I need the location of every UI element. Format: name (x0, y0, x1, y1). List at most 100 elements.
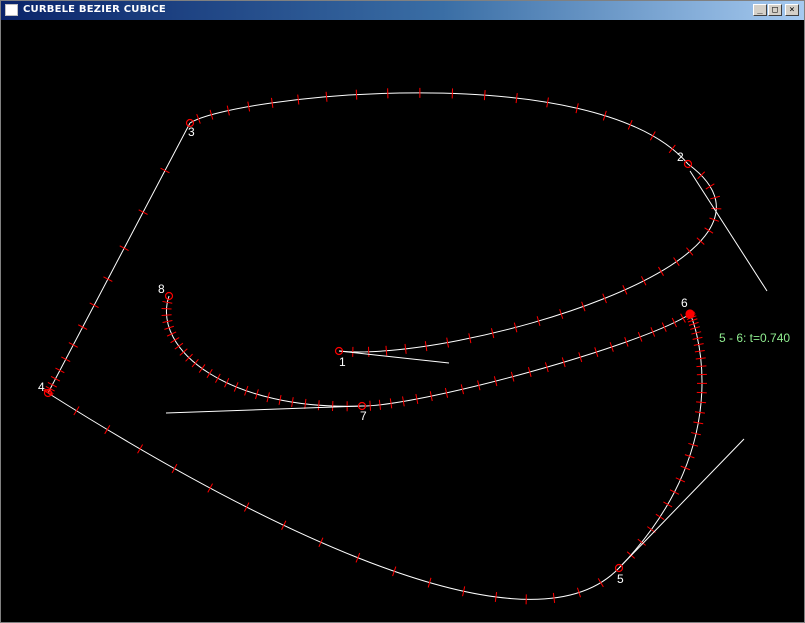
parameter-tick (696, 401, 707, 404)
parameter-tick (104, 424, 111, 435)
drawing-canvas[interactable]: 1 2 3 4 5 6 7 8 5 - 6: t=0.740 (3, 21, 803, 621)
control-point-label: 3 (188, 125, 195, 139)
parameter-tick (55, 367, 65, 374)
parameter-tick (673, 257, 680, 266)
parameter-ticks (43, 87, 722, 605)
control-point-label: 7 (360, 409, 367, 423)
parameter-tick (103, 276, 113, 282)
tangent-lines (165, 170, 768, 569)
parameter-tick (649, 131, 656, 141)
parameter-tick (686, 247, 694, 256)
control-point-label: 1 (339, 355, 346, 369)
parameter-tick (369, 400, 372, 411)
minimize-icon: _ (757, 5, 763, 15)
parameter-tick (695, 357, 706, 360)
app-icon[interactable] (5, 4, 18, 16)
parameter-tick (191, 359, 199, 368)
curve-segment-3-4 (47, 122, 191, 394)
parameter-tick (705, 183, 715, 190)
parameter-tick (161, 314, 172, 316)
parameter-tick (89, 302, 99, 309)
parameter-tick (61, 356, 71, 363)
parameter-tick (166, 331, 177, 337)
curve-segment-4-5 (47, 392, 620, 600)
parameter-tick (281, 520, 287, 530)
parameter-tick (355, 89, 358, 100)
parameter-tick (170, 337, 180, 344)
parameter-tick (78, 324, 88, 330)
parameter-tick (389, 398, 393, 409)
parameter-tick (694, 349, 705, 353)
minimize-button[interactable]: _ (753, 4, 767, 16)
parameter-tick (243, 502, 250, 512)
parameter-tick (198, 364, 206, 373)
parameter-tick (552, 592, 556, 603)
control-point-label: 4 (38, 380, 45, 394)
parameter-tick (641, 276, 647, 286)
parameter-tick (174, 342, 184, 350)
control-point-6[interactable]: 6 (681, 296, 695, 319)
parameter-tick (404, 343, 407, 354)
parameter-tick (68, 342, 78, 348)
parameter-tick (671, 317, 677, 328)
title-bar[interactable]: CURBELE BEZIER CUBICE _ □ × (1, 1, 804, 20)
parameter-tick (207, 483, 213, 493)
parameter-tick (669, 489, 680, 495)
control-point-label: 5 (617, 572, 624, 586)
app-window: CURBELE BEZIER CUBICE _ □ × 1 2 3 4 5 6 7 8 5 -… (0, 0, 805, 623)
parameter-tick (160, 167, 170, 174)
parameter-tick (378, 399, 381, 410)
curve-segment-7-8 (166, 295, 363, 407)
parameter-tick (680, 313, 686, 323)
parameter-tick (73, 406, 80, 416)
curve-segment-1-2 (338, 163, 717, 353)
parameter-tick (119, 245, 129, 251)
curve-segment-6-7 (361, 313, 691, 407)
parameter-tick (385, 345, 388, 356)
parameter-tick (483, 90, 486, 101)
parameter-tick (215, 373, 221, 383)
window-title: CURBELE BEZIER CUBICE (23, 4, 166, 15)
parameter-tick (597, 578, 604, 588)
control-point-label: 8 (158, 282, 165, 296)
parameter-tick (661, 322, 667, 332)
parameter-tick (224, 378, 230, 388)
parameter-tick (206, 368, 213, 379)
parameter-tick (704, 227, 714, 234)
curve-segment-2-3 (189, 92, 689, 165)
parameter-tick (663, 501, 673, 508)
parameter-tick (694, 411, 705, 414)
close-icon: × (789, 5, 795, 15)
parameter-tick (47, 381, 57, 388)
parameter-tick (297, 94, 300, 105)
parameter-tick (317, 400, 320, 411)
parameter-tick (161, 307, 172, 310)
parameter-tick (675, 477, 686, 483)
parameter-tick (171, 463, 178, 474)
parameter-tick (622, 285, 628, 295)
parameter-tick (655, 513, 665, 521)
control-point-label: 6 (681, 296, 688, 310)
parameter-tick (270, 97, 274, 108)
control-point-label: 2 (677, 150, 684, 164)
maximize-button[interactable]: □ (768, 4, 782, 16)
close-button[interactable]: × (785, 4, 799, 16)
control-point-marker[interactable] (685, 309, 695, 319)
parameter-tick (696, 365, 707, 368)
tangent-line (689, 170, 768, 292)
parameter-tick (304, 398, 307, 409)
tangent-line (618, 438, 745, 569)
bezier-curves (47, 92, 717, 600)
parameter-tick (325, 91, 328, 102)
parameter-tick (658, 266, 664, 276)
parameter-tick (515, 93, 518, 104)
parameter-tick (668, 144, 676, 154)
parameter-tick (494, 591, 498, 603)
tangent-line (338, 350, 450, 364)
parameter-tick (138, 209, 148, 215)
control-point-8[interactable]: 8 (158, 282, 174, 301)
curve-segment-5-6 (618, 313, 703, 569)
parameter-readout: 5 - 6: t=0.740 (719, 331, 790, 345)
parameter-tick (318, 537, 324, 548)
parameter-tick (137, 444, 144, 454)
